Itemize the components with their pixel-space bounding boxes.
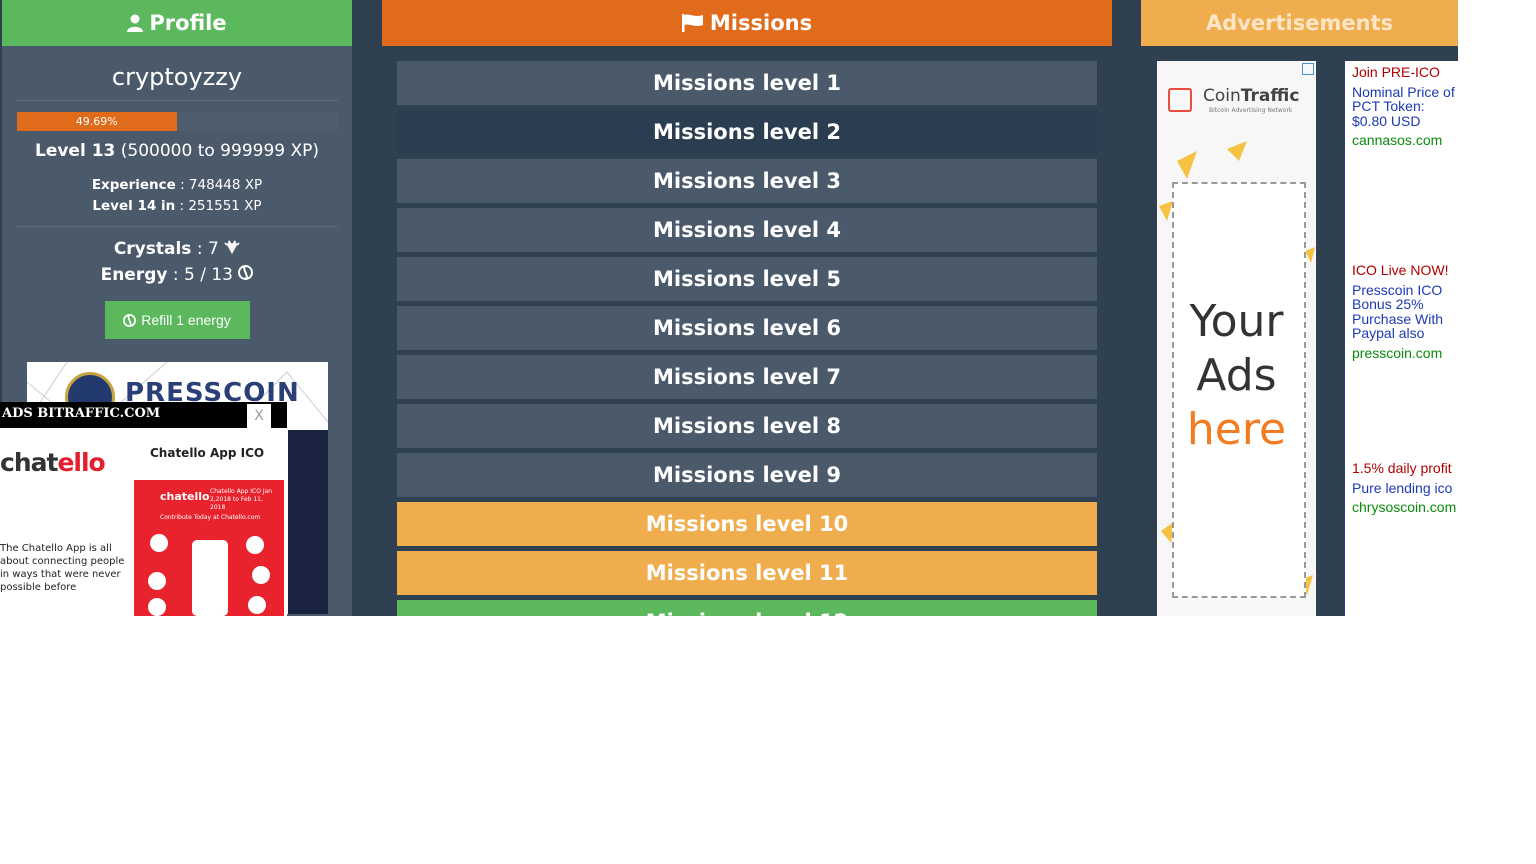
advertisements-header: Advertisements bbox=[1141, 0, 1458, 46]
divider bbox=[16, 226, 338, 227]
refill-energy-button[interactable]: Refill 1 energy bbox=[104, 301, 250, 339]
experience-label: Experience bbox=[91, 177, 176, 193]
dollar-icon bbox=[252, 566, 270, 584]
missions-header: Missions bbox=[382, 0, 1112, 46]
search-icon bbox=[148, 598, 166, 616]
missions-list: Missions level 1 Missions level 2 Missions… bbox=[397, 61, 1097, 616]
close-icon[interactable]: X bbox=[247, 404, 271, 428]
profile-header: Profile bbox=[2, 0, 352, 46]
xp-details: Experience : 748448 XP Level 14 in : 251… bbox=[2, 175, 352, 217]
chart-icon bbox=[246, 536, 264, 554]
username: cryptoyzzy bbox=[111, 63, 243, 91]
your-ads-line: Your bbox=[1189, 296, 1284, 347]
advertisements-panel: Advertisements bbox=[1141, 0, 1458, 46]
text-ad[interactable]: 1.5% daily profit Pure lending ico chrys… bbox=[1352, 461, 1458, 515]
text-ad-url[interactable]: chrysoscoin.com bbox=[1352, 500, 1458, 515]
crystal-icon bbox=[224, 240, 240, 254]
refill-label: Refill 1 energy bbox=[141, 312, 231, 328]
energy-icon bbox=[238, 265, 254, 280]
chatello-ad-image: chatello Chatello App ICO Jan 2,2018 to … bbox=[134, 480, 284, 616]
mission-level-11-button[interactable]: Missions level 11 bbox=[397, 551, 1097, 595]
text-ad-body[interactable]: Nominal Price of PCT Token: $0.80 USD bbox=[1352, 84, 1458, 129]
phone-illustration bbox=[192, 540, 228, 616]
energy-value: : 5 / 13 bbox=[172, 265, 233, 285]
card-subtitle: Chatello App ICO Jan 2,2018 to Feb 11, 2… bbox=[210, 488, 273, 511]
next-level-line: Level 14 in : 251551 XP bbox=[2, 196, 352, 217]
browser-viewport: Profile cryptoyzzy 49.69% Level 13 (5000… bbox=[0, 0, 1536, 616]
chatello-logo-part: chat bbox=[0, 448, 58, 477]
banner-dark-strip bbox=[288, 430, 328, 614]
profile-header-label: Profile bbox=[149, 11, 227, 35]
crystals-line: Crystals : 7 bbox=[2, 236, 352, 262]
text-ad-body[interactable]: Pure lending ico bbox=[1352, 480, 1458, 496]
missions-header-label: Missions bbox=[709, 11, 813, 35]
chatello-ad-description: The Chatello App is all about connecting… bbox=[0, 543, 125, 593]
energy-label: Energy bbox=[100, 265, 168, 285]
text-ad-body[interactable]: Presscoin ICO Bonus 25% Purchase With Pa… bbox=[1352, 282, 1458, 341]
card-title: chatello bbox=[160, 490, 210, 503]
text-ads-column: Join PRE-ICO Nominal Price of PCT Token:… bbox=[1344, 61, 1459, 616]
divider bbox=[16, 100, 338, 101]
chatello-ad-title: Chatello App ICO bbox=[150, 446, 265, 460]
crystals-label: Crystals bbox=[113, 239, 192, 259]
cointraffic-banner-ad[interactable]: CoinTraffic Bitcoin Advertising Network … bbox=[1157, 61, 1316, 616]
mission-level-6-button[interactable]: Missions level 6 bbox=[397, 306, 1097, 350]
lightbulb-icon bbox=[150, 534, 168, 552]
your-ads-line: Ads bbox=[1196, 350, 1277, 401]
text-ad-title[interactable]: Join PRE-ICO bbox=[1352, 65, 1458, 80]
text-ad[interactable]: ICO Live NOW! Presscoin ICO Bonus 25% Pu… bbox=[1352, 263, 1458, 360]
your-ads-line: here bbox=[1186, 404, 1287, 455]
chatello-logo-part: ello bbox=[57, 448, 105, 477]
mission-level-7-button[interactable]: Missions level 7 bbox=[397, 355, 1097, 399]
star-icon bbox=[248, 596, 266, 614]
card-contribute: Contribute Today at Chatello.com bbox=[160, 514, 261, 521]
popup-ad[interactable]: ADS BITRAFFIC.COM X chatello Chatello Ap… bbox=[0, 402, 287, 616]
text-ad[interactable]: Join PRE-ICO Nominal Price of PCT Token:… bbox=[1352, 65, 1458, 148]
user-icon bbox=[127, 14, 144, 32]
mission-level-8-button[interactable]: Missions level 8 bbox=[397, 404, 1097, 448]
popup-ad-header: ADS BITRAFFIC.COM bbox=[0, 402, 287, 428]
missions-panel: Missions bbox=[382, 0, 1112, 46]
experience-value: : 748448 XP bbox=[180, 177, 263, 193]
crystals-value: : 7 bbox=[196, 239, 219, 259]
energy-line: Energy : 5 / 13 bbox=[2, 262, 352, 288]
text-ad-title[interactable]: ICO Live NOW! bbox=[1352, 263, 1458, 278]
energy-icon bbox=[123, 313, 137, 327]
text-ad-url[interactable]: cannasos.com bbox=[1352, 133, 1458, 148]
resource-stats: Crystals : 7 Energy : 5 / 13 bbox=[2, 236, 352, 288]
mission-level-1-button[interactable]: Missions level 1 bbox=[397, 61, 1097, 105]
mission-level-3-button[interactable]: Missions level 3 bbox=[397, 159, 1097, 203]
chatello-logo: chatello bbox=[0, 448, 106, 477]
heart-icon bbox=[148, 572, 166, 590]
level-range: (500000 to 999999 XP) bbox=[120, 141, 320, 161]
mission-level-4-button[interactable]: Missions level 4 bbox=[397, 208, 1097, 252]
text-ad-url[interactable]: presscoin.com bbox=[1352, 345, 1458, 361]
next-level-label: Level 14 in bbox=[92, 198, 176, 214]
your-ads-here-text: Your Ads here bbox=[1157, 295, 1316, 457]
text-ad-title[interactable]: 1.5% daily profit bbox=[1352, 461, 1458, 476]
xp-progress: 49.69% bbox=[17, 112, 338, 131]
mission-level-9-button[interactable]: Missions level 9 bbox=[397, 453, 1097, 497]
mission-level-5-button[interactable]: Missions level 5 bbox=[397, 257, 1097, 301]
flag-icon bbox=[681, 14, 703, 32]
xp-progress-bar: 49.69% bbox=[17, 112, 177, 131]
experience-line: Experience : 748448 XP bbox=[2, 175, 352, 196]
level-line: Level 13 (500000 to 999999 XP) bbox=[2, 141, 352, 161]
mission-level-2-button[interactable]: Missions level 2 bbox=[397, 110, 1097, 154]
next-level-value: : 251551 XP bbox=[179, 198, 262, 214]
mission-level-10-button[interactable]: Missions level 10 bbox=[397, 502, 1097, 546]
mission-level-12-button[interactable]: Missions level 12 bbox=[397, 600, 1097, 616]
level-label: Level 13 bbox=[34, 141, 116, 161]
